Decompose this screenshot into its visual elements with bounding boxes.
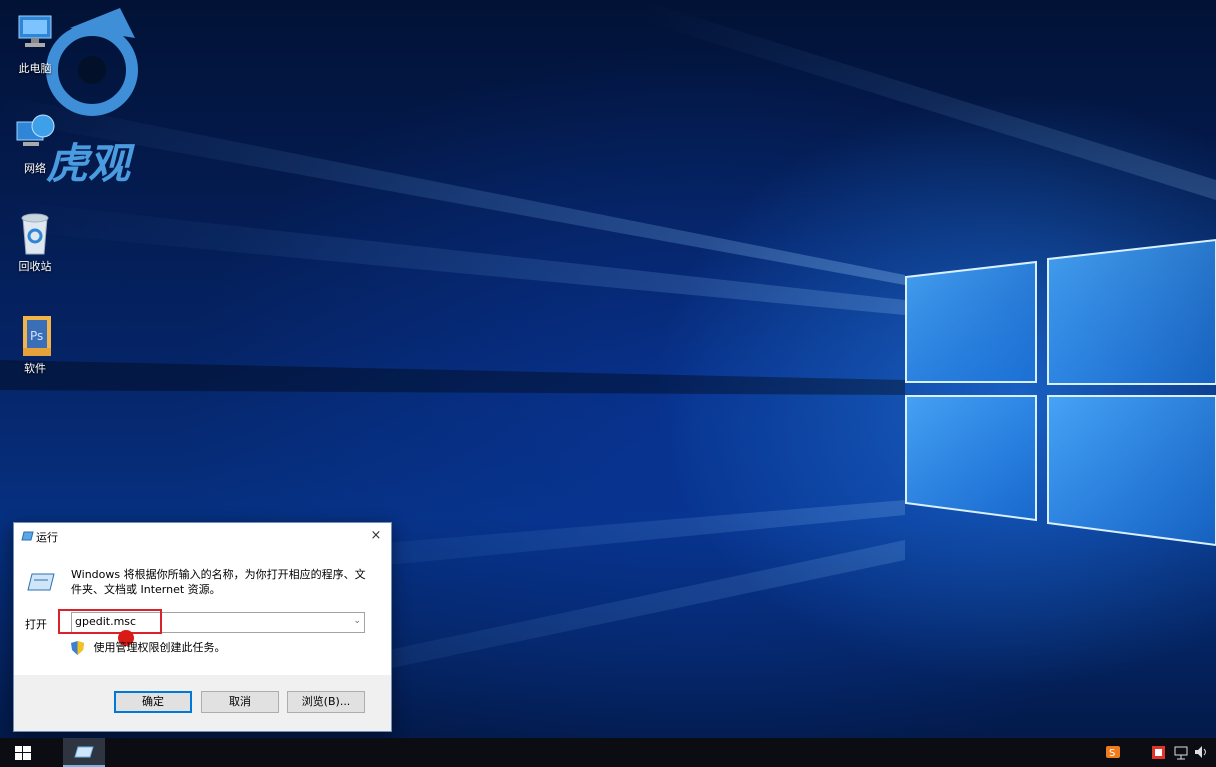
run-icon (21, 531, 34, 541)
volume-icon[interactable] (1194, 744, 1210, 760)
admin-note-text: 使用管理权限创建此任务。 (93, 641, 226, 654)
start-button[interactable] (0, 738, 46, 767)
system-tray: S (1106, 738, 1216, 767)
desktop-icon-this-pc[interactable]: 此电脑 (5, 12, 65, 76)
chevron-down-icon[interactable]: ⌄ (353, 616, 361, 626)
folder-icon: Ps (13, 312, 57, 356)
svg-text:S: S (1109, 748, 1115, 759)
recycle-bin-icon (13, 210, 57, 255)
taskbar-run-app[interactable] (63, 738, 105, 767)
dialog-description: Windows 将根据你所输入的名称，为你打开相应的程序、文件夹、文档或 Int… (71, 568, 366, 596)
dialog-title-bar[interactable]: 运行 × (14, 523, 391, 550)
run-dialog[interactable]: 运行 × Windows 将根据你所输入的名称，为你打开相应的程序、文件夹、文档… (13, 522, 392, 732)
highlight-box (58, 609, 162, 634)
desktop-icon-network[interactable]: 网络 (5, 112, 65, 176)
desktop-icon-recycle-bin[interactable]: 回收站 (5, 210, 65, 274)
tray-app-icon[interactable] (1151, 744, 1167, 760)
run-program-icon (26, 572, 56, 592)
ok-button[interactable]: 确定 (114, 691, 192, 713)
network-icon (13, 112, 57, 156)
network-icon[interactable] (1174, 744, 1190, 760)
dialog-title: 运行 (36, 531, 58, 544)
admin-note: 使用管理权限创建此任务。 (71, 639, 226, 655)
browse-button[interactable]: 浏览(B)... (287, 691, 365, 713)
sogou-ime-icon[interactable]: S (1106, 744, 1122, 760)
cancel-button[interactable]: 取消 (201, 691, 279, 713)
open-label: 打开 (25, 618, 47, 631)
desktop-icon-software[interactable]: Ps 软件 (5, 312, 65, 376)
windows-start-icon (15, 746, 31, 760)
this-pc-icon (13, 12, 57, 56)
taskbar: S (0, 738, 1216, 767)
svg-text:Ps: Ps (30, 329, 43, 343)
run-icon (74, 746, 94, 758)
uac-shield-icon (71, 641, 84, 655)
close-icon[interactable]: × (365, 526, 387, 546)
